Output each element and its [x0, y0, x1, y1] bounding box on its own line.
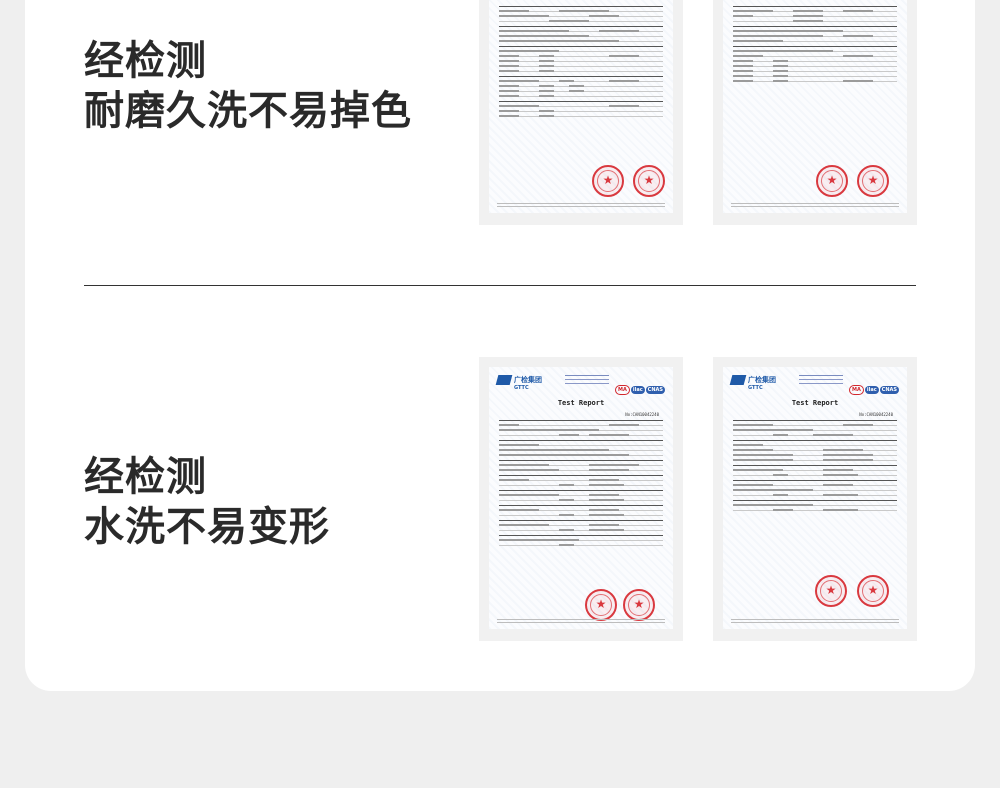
report-title: Test Report — [791, 399, 839, 407]
gttc-logo-icon — [729, 375, 747, 385]
red-seal-icon — [816, 165, 848, 197]
ilac-mark-icon: ilac — [864, 386, 879, 394]
section-heading-colorfast: 经检测 耐磨久洗不易掉色 — [84, 36, 412, 136]
section-heading-shape: 经检测 水洗不易变形 — [84, 452, 330, 552]
report-lines — [733, 6, 897, 86]
report-lines — [499, 6, 663, 121]
cnas-mark-icon: CNAS — [879, 386, 899, 394]
ilac-mark-icon: ilac — [630, 386, 645, 394]
red-seal-icon — [592, 165, 624, 197]
report-paper — [723, 0, 907, 213]
red-seal-icon — [857, 165, 889, 197]
report-footer — [731, 619, 899, 625]
cnas-mark-icon: CNAS — [645, 386, 665, 394]
report-paper — [489, 0, 673, 213]
gttc-logo: 广检集团 GTTC — [495, 375, 542, 391]
report-number: No:CAN10042240 — [859, 412, 893, 417]
report-title: Test Report — [557, 399, 605, 407]
red-seal-icon — [585, 589, 617, 621]
heading-line-1: 经检测 — [84, 38, 207, 84]
red-seal-icon — [633, 165, 665, 197]
gttc-logo-icon — [495, 375, 513, 385]
report-lines — [499, 420, 663, 550]
red-seal-icon — [857, 575, 889, 607]
report-header: 广检集团 GTTC MA ilac CNAS — [729, 373, 899, 395]
heading-line-2: 耐磨久洗不易掉色 — [84, 88, 412, 134]
cma-mark-icon: MA — [849, 385, 864, 395]
report-paper: 广检集团 GTTC MA ilac CNAS Test Report No:CAN10… — [489, 367, 673, 629]
section-divider — [84, 285, 916, 286]
test-report-page-4: 广检集团 GTTC MA ilac CNAS Test Report No:CAN10… — [713, 357, 917, 641]
report-lines — [733, 420, 897, 515]
heading-line-2: 水洗不易变形 — [84, 504, 330, 550]
gttc-logo: 广检集团 GTTC — [729, 375, 776, 391]
test-report-page-2 — [713, 0, 917, 225]
report-paper: 广检集团 GTTC MA ilac CNAS Test Report No:CAN10… — [723, 367, 907, 629]
red-seal-icon — [623, 589, 655, 621]
heading-line-1: 经检测 — [84, 454, 207, 500]
report-header: 广检集团 GTTC MA ilac CNAS — [495, 373, 665, 395]
test-report-page-3: 广检集团 GTTC MA ilac CNAS Test Report No:CAN10… — [479, 357, 683, 641]
report-footer — [731, 203, 899, 209]
report-number: No:CAN10042240 — [625, 412, 659, 417]
test-report-page-1 — [479, 0, 683, 225]
cma-mark-icon: MA — [615, 385, 630, 395]
report-footer — [497, 619, 665, 625]
report-footer — [497, 203, 665, 209]
red-seal-icon — [815, 575, 847, 607]
